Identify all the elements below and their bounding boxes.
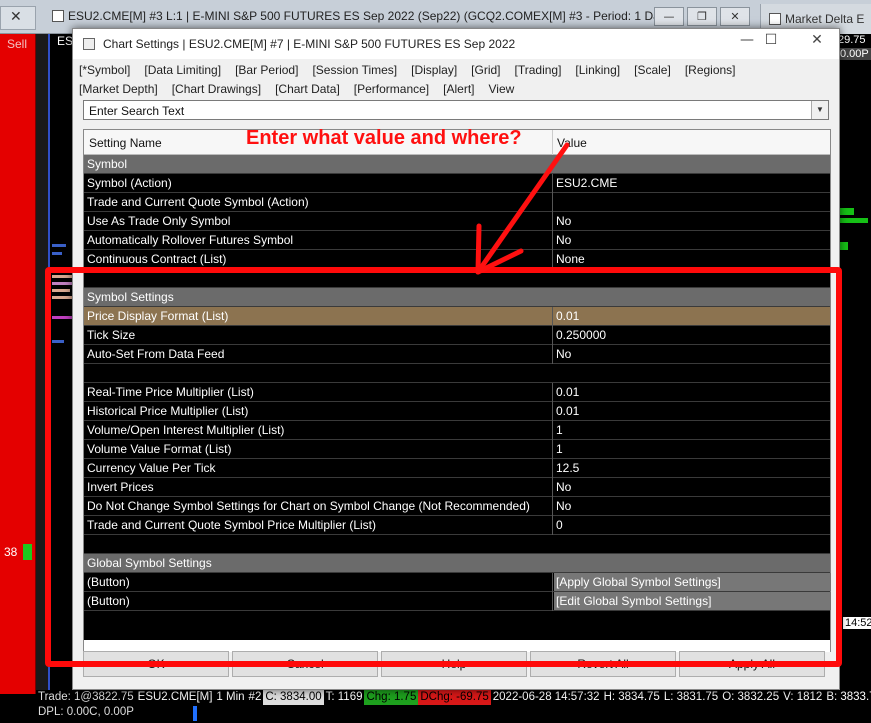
status-high: H: 3834.75 [603, 691, 660, 703]
settings-tab-menu_row1-8[interactable]: [Scale] [634, 63, 671, 77]
green-bar [840, 242, 848, 250]
settings-tab-menu_row1-7[interactable]: [Linking] [575, 63, 620, 77]
status-bid: B: 3833.75 [826, 691, 871, 703]
settings-tab-menu_row2-3[interactable]: [Performance] [354, 82, 429, 96]
main-window-title: ESU2.CME[M] #3 L:1 | E-MINI S&P 500 FUTU… [52, 9, 685, 23]
price-label: 29.75 [838, 34, 866, 46]
settings-tab-menu_row2-4[interactable]: [Alert] [443, 82, 474, 96]
status-daily-change: DChg: -69.75 [418, 690, 491, 705]
settings-tab-menu_row2-2[interactable]: [Chart Data] [275, 82, 340, 96]
dpl-status-bar: DPL: 0.00C, 0.00P [36, 705, 871, 723]
settings-tabs-row-1: [*Symbol] [Data Limiting] [Bar Period] [Ses… [79, 63, 839, 77]
dialog-titlebar[interactable]: Chart Settings | ESU2.CME[M] #7 | E-MINI… [73, 29, 839, 59]
setting-name: Continuous Contract (List) [87, 252, 227, 266]
time-label: 14:52 [843, 617, 871, 629]
status-change: Chg: 1.75 [364, 690, 419, 705]
status-datetime: 2022-06-28 14:57:32 [492, 691, 600, 703]
setting-value[interactable]: No [556, 231, 571, 249]
settings-tab-menu_row1-6[interactable]: [Trading] [515, 63, 562, 77]
close-icon[interactable]: ✕ [10, 9, 22, 25]
setting-value[interactable]: No [556, 212, 571, 230]
status-trades: T: 1169 [325, 691, 363, 703]
settings-tab-menu_row2-0[interactable]: [Market Depth] [79, 82, 158, 96]
annotation-highlight-box [45, 267, 842, 667]
column-header-setting-name: Setting Name [89, 136, 162, 150]
sell-label: Sell [7, 37, 28, 51]
close-window-button[interactable]: ✕ [720, 7, 750, 26]
price-box: 0.00P [838, 48, 871, 60]
setting-value[interactable]: None [556, 250, 585, 268]
green-bar [840, 208, 854, 215]
settings-tab-menu_row2-1[interactable]: [Chart Drawings] [172, 82, 261, 96]
restore-button[interactable]: ❐ [687, 7, 717, 26]
status-volume: V: 1812 [783, 691, 823, 703]
setting-name: Automatically Rollover Futures Symbol [87, 233, 294, 247]
dialog-close-button[interactable]: ✕ [797, 32, 837, 48]
search-input[interactable]: Enter Search Text ▼ [83, 100, 829, 120]
setting-name: Symbol [87, 157, 128, 171]
annotation-text: Enter what value and where? [246, 127, 522, 149]
search-placeholder: Enter Search Text [89, 104, 185, 118]
sell-column[interactable] [0, 34, 36, 694]
column-header-value: Value [557, 136, 587, 150]
settings-tab-menu_row1-9[interactable]: [Regions] [685, 63, 736, 77]
app-icon [83, 38, 95, 50]
dialog-maximize-button[interactable]: ☐ [751, 32, 791, 48]
minimize-button[interactable]: — [654, 7, 684, 26]
settings-tab-menu_row1-3[interactable]: [Session Times] [312, 63, 397, 77]
chart-status-bar: Trade: 1@3822.75 ESU2.CME[M] 1 Min #2 C: 383… [36, 690, 871, 705]
chart-window-icon [769, 13, 781, 25]
settings-tab-menu_row1-1[interactable]: [Data Limiting] [144, 63, 221, 77]
price-cursor-marker [193, 706, 197, 721]
chevron-down-icon[interactable]: ▼ [811, 101, 828, 119]
settings-tabs-row-2: [Market Depth] [Chart Drawings] [Chart Dat… [79, 82, 839, 96]
status-low: L: 3831.75 [663, 691, 719, 703]
setting-row[interactable]: Use As Trade Only Symbol No [84, 212, 830, 231]
status-open: O: 3832.25 [722, 691, 780, 703]
status-close: C: 3834.00 [263, 690, 324, 705]
status-dpl: DPL: 0.00C, 0.00P [38, 706, 134, 718]
setting-value[interactable]: ESU2.CME [556, 174, 617, 192]
chart-window-icon [52, 10, 64, 22]
settings-tab-menu_row1-2[interactable]: [Bar Period] [235, 63, 298, 77]
ladder-quantity: 38 [4, 545, 18, 559]
status-symbol: ESU2.CME[M] [137, 691, 213, 703]
setting-name: Use As Trade Only Symbol [87, 214, 231, 228]
settings-tab-menu_row1-5[interactable]: [Grid] [471, 63, 500, 77]
status-period: 1 Min [216, 691, 245, 703]
green-bar [840, 218, 868, 223]
status-trade: Trade: 1@3822.75 [38, 691, 134, 703]
settings-tab-menu_row2-5[interactable]: View [489, 82, 515, 96]
position-marker [23, 544, 32, 560]
left-window-tab[interactable]: ✕ [0, 6, 36, 30]
setting-row[interactable]: Trade and Current Quote Symbol (Action) [84, 193, 830, 212]
settings-tab-menu_row1-4[interactable]: [Display] [411, 63, 457, 77]
setting-row[interactable]: Automatically Rollover Futures Symbol No [84, 231, 830, 250]
chart-symbol-label: ES [57, 34, 74, 48]
status-chart-number: #2 [248, 691, 262, 703]
chart-price-scale [840, 34, 871, 694]
settings-tab-menu_row1-0[interactable]: [*Symbol] [79, 63, 130, 77]
setting-name: Trade and Current Quote Symbol (Action) [87, 195, 309, 209]
dialog-title: Chart Settings | ESU2.CME[M] #7 | E-MINI… [103, 37, 516, 51]
setting-name: Symbol (Action) [87, 176, 172, 190]
section-header-row[interactable]: Symbol [84, 155, 830, 174]
setting-row[interactable]: Symbol (Action) ESU2.CME [84, 174, 830, 193]
